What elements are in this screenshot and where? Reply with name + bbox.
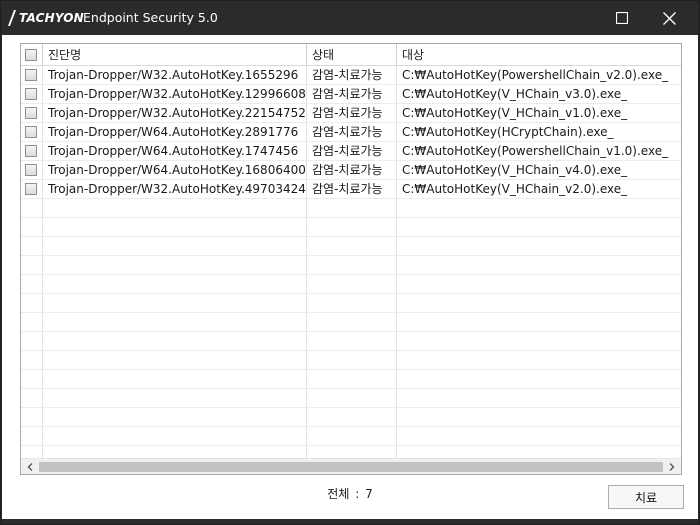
- row-checkbox[interactable]: [25, 145, 37, 157]
- cell-status: 감염-치료가능: [312, 87, 383, 101]
- total-count: 전체 : 7: [302, 485, 398, 502]
- row-checkbox[interactable]: [25, 126, 37, 138]
- scroll-left-button[interactable]: [21, 459, 39, 474]
- scroll-thumb[interactable]: [39, 462, 663, 472]
- table-row[interactable]: Trojan-Dropper/W32.AutoHotKey.49703424 감염…: [21, 180, 681, 199]
- maximize-button[interactable]: [599, 1, 645, 35]
- cell-status: 감염-치료가능: [312, 144, 383, 158]
- maximize-icon: [616, 12, 628, 24]
- column-header-target[interactable]: 대상: [396, 44, 681, 66]
- total-separator: :: [355, 487, 360, 501]
- cell-detection-name: Trojan-Dropper/W32.AutoHotKey.12996608: [48, 87, 306, 101]
- horizontal-scrollbar[interactable]: [21, 458, 681, 474]
- cell-status: 감염-치료가능: [312, 182, 383, 196]
- cell-detection-name: Trojan-Dropper/W64.AutoHotKey.2891776: [48, 125, 299, 139]
- cell-target-path: C:₩AutoHotKey(V_HChain_v4.0).exe_: [402, 163, 628, 177]
- window-title: Endpoint Security 5.0: [83, 10, 218, 25]
- empty-row: [21, 294, 681, 313]
- empty-row: [21, 199, 681, 218]
- detection-list[interactable]: 진단명 상태 대상 Trojan-Dropper/W32.AutoHotKey.…: [20, 43, 682, 475]
- column-header-status[interactable]: 상태: [306, 44, 396, 66]
- cell-detection-name: Trojan-Dropper/W32.AutoHotKey.22154752: [48, 106, 306, 120]
- chevron-right-icon: [669, 463, 675, 471]
- select-all-checkbox[interactable]: [25, 49, 37, 61]
- column-header-name[interactable]: 진단명: [42, 44, 306, 66]
- cell-target-path: C:₩AutoHotKey(PowershellChain_v2.0).exe_: [402, 68, 669, 82]
- empty-row: [21, 332, 681, 351]
- close-button[interactable]: [646, 1, 692, 35]
- table-row[interactable]: Trojan-Dropper/W32.AutoHotKey.22154752 감염…: [21, 104, 681, 123]
- cell-target-path: C:₩AutoHotKey(V_HChain_v1.0).exe_: [402, 106, 628, 120]
- cell-detection-name: Trojan-Dropper/W64.AutoHotKey.1747456: [48, 144, 299, 158]
- cell-target-path: C:₩AutoHotKey(V_HChain_v3.0).exe_: [402, 87, 628, 101]
- table-row[interactable]: Trojan-Dropper/W64.AutoHotKey.1747456 감염-…: [21, 142, 681, 161]
- close-icon: [662, 11, 676, 25]
- empty-row: [21, 256, 681, 275]
- empty-row: [21, 389, 681, 408]
- table-row[interactable]: Trojan-Dropper/W32.AutoHotKey.12996608 감염…: [21, 85, 681, 104]
- table-row[interactable]: Trojan-Dropper/W64.AutoHotKey.2891776 감염-…: [21, 123, 681, 142]
- treat-button[interactable]: 치료: [608, 485, 684, 509]
- table-row[interactable]: Trojan-Dropper/W32.AutoHotKey.1655296 감염-…: [21, 66, 681, 85]
- cell-target-path: C:₩AutoHotKey(HCryptChain).exe_: [402, 125, 614, 139]
- tachyon-logo: TACHYON: [7, 9, 84, 27]
- chevron-left-icon: [27, 463, 33, 471]
- row-checkbox[interactable]: [25, 69, 37, 81]
- table-row[interactable]: Trojan-Dropper/W64.AutoHotKey.16806400 감염…: [21, 161, 681, 180]
- cell-status: 감염-치료가능: [312, 106, 383, 120]
- total-label: 전체: [327, 487, 350, 501]
- empty-row: [21, 427, 681, 446]
- logo-slash-icon: [8, 10, 16, 26]
- app-window: TACHYON Endpoint Security 5.0 진단명 상태 대상 …: [0, 0, 700, 525]
- title-bar[interactable]: TACHYON Endpoint Security 5.0: [1, 1, 699, 35]
- brand-name: TACHYON: [19, 11, 84, 25]
- empty-row: [21, 351, 681, 370]
- client-area: 진단명 상태 대상 Trojan-Dropper/W32.AutoHotKey.…: [2, 35, 698, 519]
- cell-status: 감염-치료가능: [312, 163, 383, 177]
- cell-target-path: C:₩AutoHotKey(PowershellChain_v1.0).exe_: [402, 144, 669, 158]
- row-checkbox[interactable]: [25, 107, 37, 119]
- cell-status: 감염-치료가능: [312, 68, 383, 82]
- list-header: 진단명 상태 대상: [21, 44, 681, 66]
- cell-detection-name: Trojan-Dropper/W32.AutoHotKey.1655296: [48, 68, 299, 82]
- row-checkbox[interactable]: [25, 183, 37, 195]
- empty-row: [21, 313, 681, 332]
- total-value: 7: [365, 487, 373, 501]
- cell-status: 감염-치료가능: [312, 125, 383, 139]
- empty-row: [21, 370, 681, 389]
- empty-row: [21, 218, 681, 237]
- row-checkbox[interactable]: [25, 164, 37, 176]
- row-checkbox[interactable]: [25, 88, 37, 100]
- cell-target-path: C:₩AutoHotKey(V_HChain_v2.0).exe_: [402, 182, 628, 196]
- empty-row: [21, 237, 681, 256]
- scroll-right-button[interactable]: [663, 459, 681, 474]
- cell-detection-name: Trojan-Dropper/W32.AutoHotKey.49703424: [48, 182, 306, 196]
- cell-detection-name: Trojan-Dropper/W64.AutoHotKey.16806400: [48, 163, 306, 177]
- empty-row: [21, 408, 681, 427]
- empty-row: [21, 275, 681, 294]
